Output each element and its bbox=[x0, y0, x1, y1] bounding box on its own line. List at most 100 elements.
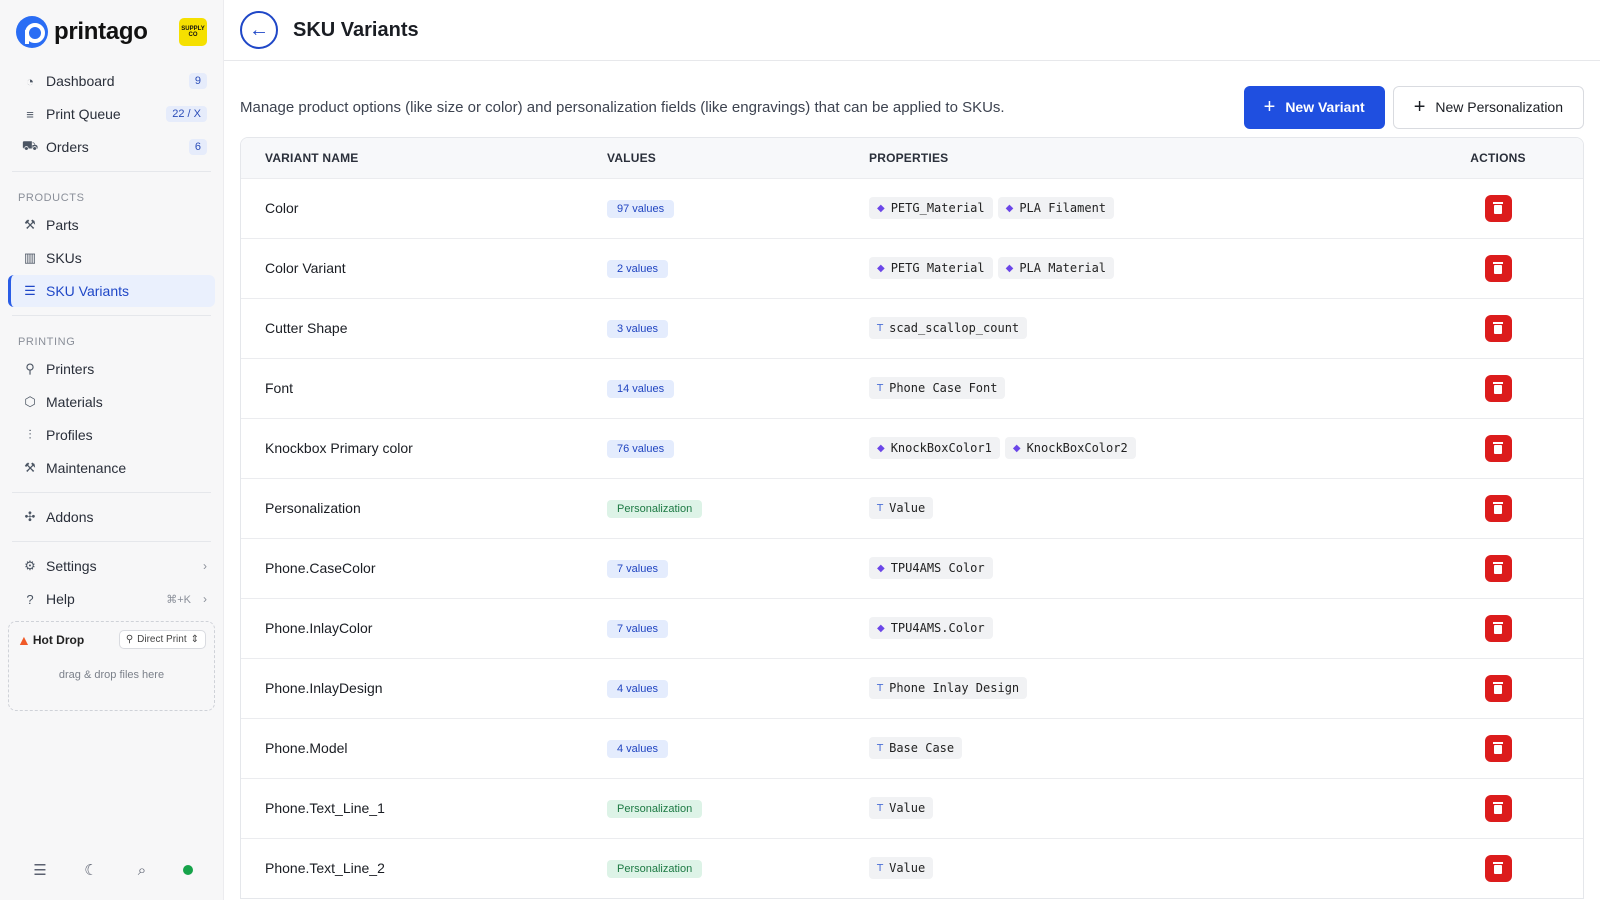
variant-name: Color Variant bbox=[265, 260, 346, 276]
personalization-badge: Personalization bbox=[607, 499, 703, 518]
sliders-icon: ⫶ bbox=[28, 427, 32, 442]
actions-cell bbox=[1413, 598, 1583, 658]
values-cell: Personalization bbox=[607, 778, 869, 838]
variant-name: Phone.InlayColor bbox=[265, 620, 373, 636]
delete-button[interactable] bbox=[1484, 194, 1512, 222]
property-tag: T Value bbox=[869, 857, 934, 880]
delete-button[interactable] bbox=[1484, 434, 1512, 462]
column-header-variant-name[interactable]: VARIANT NAME bbox=[241, 138, 607, 178]
property-tag: ◆ PETG_Material bbox=[869, 197, 993, 219]
sidebar-item-dashboard[interactable]: ◔ Dashboard 9 bbox=[8, 65, 215, 97]
delete-button[interactable] bbox=[1484, 314, 1512, 342]
variant-name: Phone.Text_Line_1 bbox=[265, 800, 385, 816]
property-label: Phone Case Font bbox=[889, 381, 998, 395]
delete-button[interactable] bbox=[1484, 554, 1512, 582]
table-row[interactable]: Phone.Model 4 values T Base Case bbox=[241, 718, 1583, 778]
property-tag: ◆ PETG Material bbox=[869, 257, 993, 279]
actions-cell bbox=[1413, 838, 1583, 898]
sidebar-item-addons[interactable]: ✣ Addons bbox=[8, 501, 215, 533]
table-row[interactable]: Personalization Personalization T Value bbox=[241, 478, 1583, 538]
org-logo[interactable]: SUPPLY CO bbox=[179, 18, 207, 46]
shortcut-hint: ⌘+K bbox=[166, 593, 191, 606]
property-label: PLA Filament bbox=[1019, 201, 1107, 215]
help-icon: ? bbox=[26, 591, 34, 607]
delete-button[interactable] bbox=[1484, 374, 1512, 402]
sidebar-item-print-queue[interactable]: ≡ Print Queue 22 / X bbox=[8, 98, 215, 130]
table-row[interactable]: Color 97 values ◆ PETG_Material ◆ PLA Filamen… bbox=[241, 178, 1583, 238]
sidebar-item-label: Maintenance bbox=[46, 460, 127, 476]
direct-print-select[interactable]: ⚲ Direct Print ⇕ bbox=[118, 630, 206, 649]
sidebar-item-printers[interactable]: ⚲ Printers bbox=[8, 353, 215, 385]
actions-cell bbox=[1413, 778, 1583, 838]
property-tag: ◆ PLA Material bbox=[997, 257, 1115, 279]
count-badge: 9 bbox=[188, 73, 207, 89]
column-header-values[interactable]: VALUES bbox=[607, 138, 869, 178]
table-row[interactable]: Phone.Text_Line_1 Personalization T Value bbox=[241, 778, 1583, 838]
values-count-badge: 2 values bbox=[607, 259, 668, 278]
sidebar-item-parts[interactable]: ⚒ Parts bbox=[8, 209, 215, 241]
delete-button[interactable] bbox=[1484, 494, 1512, 522]
actions-cell bbox=[1413, 538, 1583, 598]
new-personalization-button[interactable]: + New Personalization bbox=[1392, 85, 1584, 129]
sidebar-item-label: Parts bbox=[46, 217, 79, 233]
variant-name: Cutter Shape bbox=[265, 320, 348, 336]
delete-button[interactable] bbox=[1484, 734, 1512, 762]
parts-icon: ⚒ bbox=[24, 217, 36, 232]
properties-cell: T Value bbox=[869, 778, 1413, 838]
table-row[interactable]: Phone.Text_Line_2 Personalization T Value bbox=[241, 838, 1583, 898]
table-row[interactable]: Phone.InlayDesign 4 values T Phone Inlay De… bbox=[241, 658, 1583, 718]
trash-icon bbox=[1493, 262, 1503, 274]
variant-name: Phone.CaseColor bbox=[265, 560, 376, 576]
sidebar-item-settings[interactable]: ⚙ Settings › bbox=[8, 550, 215, 582]
table-row[interactable]: Phone.InlayColor 7 values ◆ TPU4AMS.Color bbox=[241, 598, 1583, 658]
printer-icon: ⚲ bbox=[125, 634, 134, 645]
property-label: scad_scallop_count bbox=[889, 321, 1020, 335]
table-row[interactable]: Cutter Shape 3 values Tscad_scallop_count bbox=[241, 298, 1583, 358]
table-row[interactable]: Phone.CaseColor 7 values ◆ TPU4AMS Color bbox=[241, 538, 1583, 598]
property-tag: ◆ TPU4AMS Color bbox=[869, 557, 993, 579]
material-type-icon: ◆ bbox=[877, 202, 885, 214]
property-tag: T Phone Case Font bbox=[869, 377, 1006, 399]
materials-icon: ⬡ bbox=[24, 394, 36, 409]
divider bbox=[12, 541, 211, 542]
actions-cell bbox=[1413, 718, 1583, 778]
material-type-icon: ◆ bbox=[1005, 262, 1014, 274]
values-cell: 76 values bbox=[607, 418, 869, 478]
variants-table: VARIANT NAME VALUES PROPERTIES ACTIONS C… bbox=[240, 137, 1584, 899]
sidebar-item-sku-variants[interactable]: ☰ SKU Variants bbox=[8, 275, 215, 307]
delete-button[interactable] bbox=[1484, 614, 1512, 642]
main-content: ← SKU Variants Manage product options (l… bbox=[224, 0, 1600, 900]
values-count-badge: 4 values bbox=[607, 739, 668, 758]
sidebar-item-help[interactable]: ? Help ⌘+K › bbox=[8, 583, 215, 615]
hot-drop-zone[interactable]: ▲ Hot Drop ⚲ Direct Print ⇕ drag & drop … bbox=[8, 621, 215, 711]
properties-cell: ◆ PETG_Material ◆ PLA Filament bbox=[869, 178, 1413, 238]
table-row[interactable]: Color Variant 2 values ◆ PETG Material ◆ PLA … bbox=[241, 238, 1583, 298]
trash-icon bbox=[1493, 862, 1503, 875]
search-icon[interactable]: ⌕ bbox=[132, 860, 152, 880]
collapse-sidebar-icon[interactable]: ☰ bbox=[30, 860, 50, 880]
delete-button[interactable] bbox=[1484, 794, 1512, 822]
variant-name: Knockbox Primary color bbox=[265, 440, 413, 456]
actions-cell bbox=[1413, 658, 1583, 718]
sidebar-item-maintenance[interactable]: ⚒ Maintenance bbox=[8, 452, 215, 484]
delete-button[interactable] bbox=[1484, 254, 1512, 282]
sidebar-item-materials[interactable]: ⬡ Materials bbox=[8, 386, 215, 418]
moon-icon[interactable]: ☾ bbox=[81, 860, 101, 880]
sidebar-item-label: SKUs bbox=[46, 250, 82, 266]
table-row[interactable]: Font 14 values T Phone Case Font bbox=[241, 358, 1583, 418]
sidebar-item-orders[interactable]: ⛟ Orders 6 bbox=[8, 131, 215, 163]
delete-button[interactable] bbox=[1484, 854, 1512, 882]
back-button[interactable]: ← bbox=[240, 11, 278, 49]
column-header-properties[interactable]: PROPERTIES bbox=[869, 138, 1413, 178]
sidebar-item-skus[interactable]: ▥ SKUs bbox=[8, 242, 215, 274]
personalization-badge: Personalization bbox=[607, 859, 703, 878]
sidebar-item-profiles[interactable]: ⫶ Profiles bbox=[8, 419, 215, 451]
variant-name: Phone.InlayDesign bbox=[265, 680, 383, 696]
property-label: Phone Inlay Design bbox=[889, 681, 1020, 695]
delete-button[interactable] bbox=[1484, 674, 1512, 702]
printago-logo-icon[interactable] bbox=[16, 16, 48, 48]
new-variant-button[interactable]: + New Variant bbox=[1243, 85, 1385, 129]
page-header: ← SKU Variants bbox=[224, 0, 1600, 61]
table-row[interactable]: Knockbox Primary color 76 values ◆ KnockBox… bbox=[241, 418, 1583, 478]
column-header-actions: ACTIONS bbox=[1413, 138, 1583, 178]
